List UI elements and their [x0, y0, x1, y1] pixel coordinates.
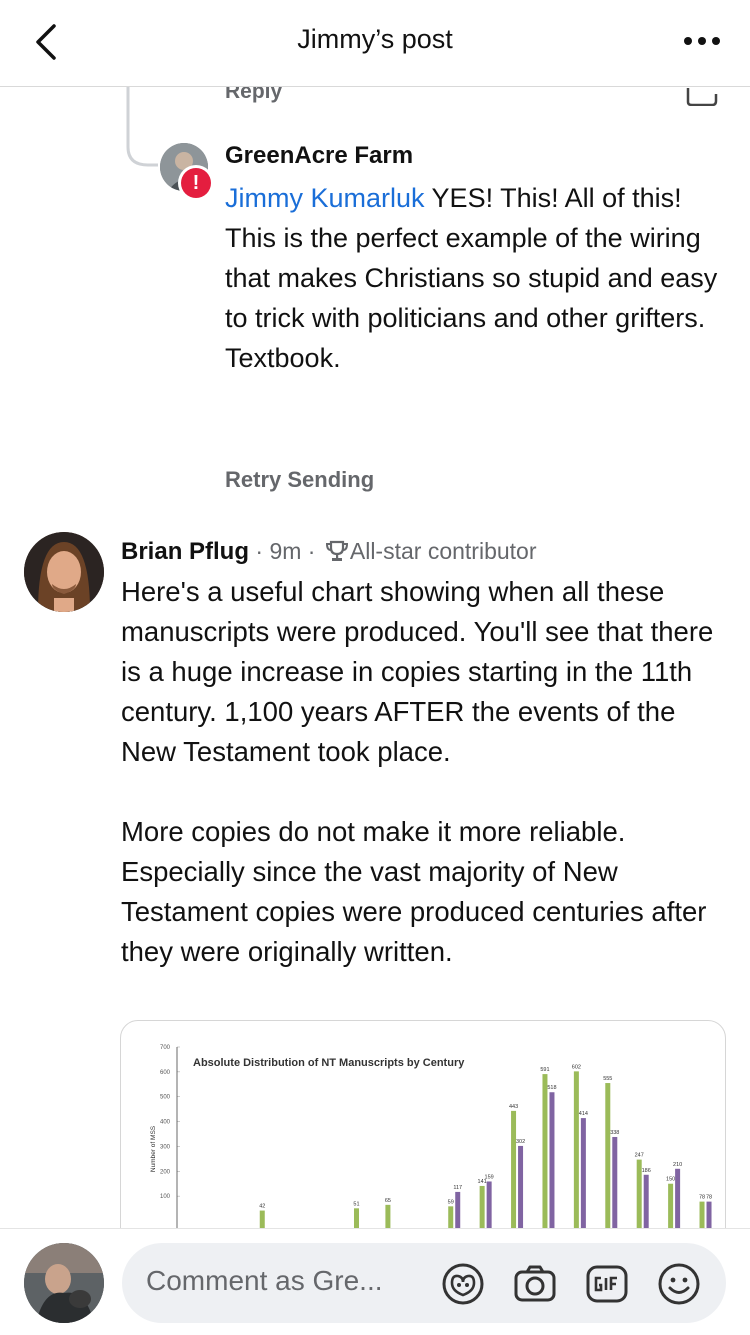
data-label: 78: [706, 1195, 712, 1201]
camera-icon[interactable]: [512, 1261, 558, 1307]
data-label: 518: [547, 1085, 556, 1091]
separator: ·: [249, 538, 270, 564]
page-title: Jimmy’s post: [297, 24, 453, 54]
gif-icon[interactable]: [584, 1261, 630, 1307]
y-tick-label: 700: [160, 1045, 171, 1051]
contributor-badge[interactable]: All-star contributor: [350, 538, 537, 564]
avatar-photo: [24, 1243, 104, 1323]
data-label: 338: [610, 1130, 619, 1136]
reply-text: Jimmy Kumarluk YES! This! All of this! T…: [225, 178, 725, 378]
data-label: 247: [635, 1153, 644, 1159]
data-label: 210: [673, 1162, 682, 1168]
data-label: 65: [385, 1198, 391, 1204]
avatar[interactable]: [24, 1243, 104, 1323]
data-label: 414: [579, 1111, 588, 1117]
y-tick-label: 100: [160, 1194, 171, 1200]
data-label: 302: [516, 1139, 525, 1145]
data-label: 51: [353, 1201, 359, 1207]
y-tick-label: 500: [160, 1095, 171, 1101]
comment-input-placeholder: Comment as Gre...: [146, 1265, 383, 1296]
y-tick-label: 300: [160, 1144, 171, 1150]
avatar-sticker-icon[interactable]: [440, 1261, 486, 1307]
data-label: 555: [603, 1076, 612, 1082]
data-label: 443: [509, 1104, 518, 1110]
avatar-photo: [24, 532, 104, 612]
y-tick-label: 600: [160, 1070, 171, 1076]
reply-author-name[interactable]: GreenAcre Farm: [225, 142, 413, 170]
retry-sending-button[interactable]: Retry Sending: [225, 467, 374, 493]
comment-text: Here's a useful chart showing when all t…: [121, 576, 714, 967]
more-icon: [684, 37, 720, 45]
comment-input[interactable]: Comment as Gre...: [122, 1243, 726, 1323]
send-error-badge: !: [178, 165, 214, 201]
emoji-icon[interactable]: [656, 1261, 702, 1307]
data-label: 602: [572, 1064, 581, 1070]
bar-chart: 100 200 300 400 500 600 700 Number of MSS Absolu…: [150, 1045, 712, 1261]
data-label: 117: [453, 1185, 462, 1191]
comment-author-name[interactable]: Brian Pflug: [121, 538, 249, 565]
more-options-button[interactable]: [680, 26, 724, 56]
attached-chart-image[interactable]: 100 200 300 400 500 600 700 Number of MSS Absolu…: [120, 1020, 726, 1262]
thread-connector: [126, 87, 158, 167]
data-label: 186: [642, 1168, 651, 1174]
comment-composer: Comment as Gre...: [0, 1228, 750, 1335]
header-bar: Jimmy’s post: [0, 0, 750, 87]
y-axis-label: Number of MSS: [150, 1125, 157, 1172]
chart-title: Absolute Distribution of NT Manuscripts …: [193, 1057, 465, 1069]
y-tick-label: 400: [160, 1120, 171, 1126]
separator: ·: [301, 538, 322, 564]
data-label: 59: [448, 1199, 454, 1205]
data-label: 159: [485, 1174, 494, 1180]
data-label: 150: [666, 1177, 675, 1183]
like-icon[interactable]: [686, 86, 718, 106]
avatar[interactable]: [24, 532, 104, 612]
error-icon: !: [181, 168, 211, 198]
y-tick-label: 200: [160, 1169, 171, 1175]
data-label: 78: [699, 1195, 705, 1201]
trophy-icon: [325, 540, 348, 561]
comment-meta: Brian Pflug · 9m · All-star contributor: [121, 538, 537, 566]
data-label: 42: [259, 1204, 265, 1210]
data-label: 591: [540, 1067, 549, 1073]
comment-time[interactable]: 9m: [269, 538, 301, 564]
mention-link[interactable]: Jimmy Kumarluk: [225, 183, 425, 213]
